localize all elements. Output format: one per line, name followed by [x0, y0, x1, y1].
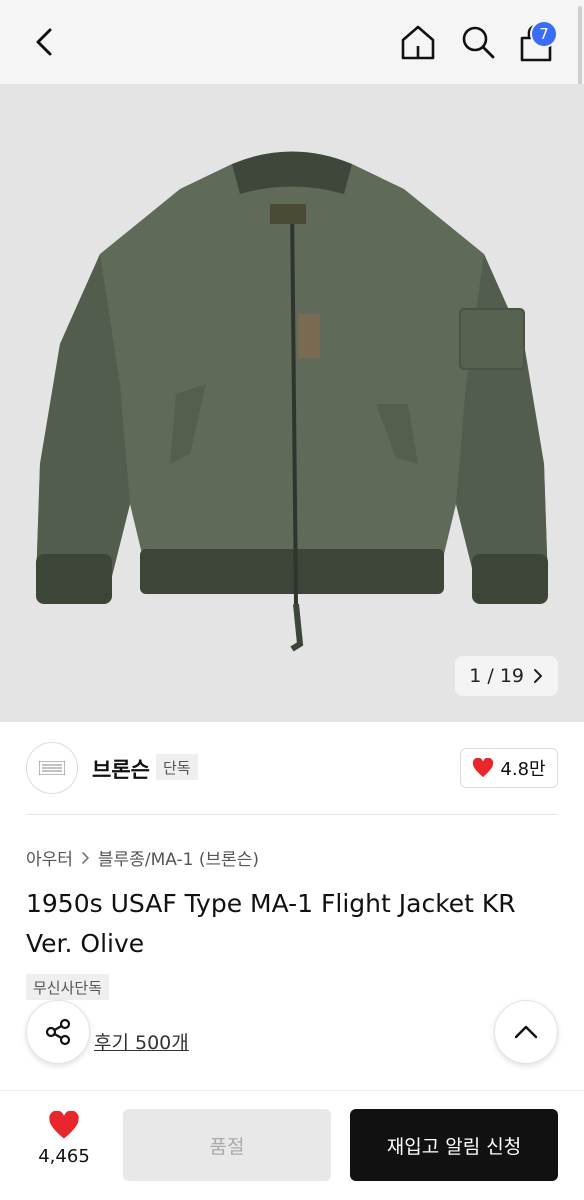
product-image-gallery[interactable]: 1 / 19 — [0, 84, 584, 722]
brand-like-count: 4.8만 — [500, 759, 546, 780]
reviews-link[interactable]: 후기 500개 — [94, 1028, 189, 1055]
bottom-action-bar: 4,465 품절 재입고 알림 신청 — [0, 1090, 584, 1200]
soldout-button: 품절 — [123, 1109, 331, 1181]
chevron-right-icon — [82, 851, 89, 864]
brand-name[interactable]: 브론슨 — [92, 754, 150, 784]
favorite-count: 4,465 — [38, 1146, 90, 1167]
brand-logo[interactable] — [26, 742, 78, 794]
breadcrumb: 아우터 블루종/MA-1 (브론슨) — [26, 845, 259, 870]
share-button[interactable] — [26, 1000, 90, 1064]
top-bar: 7 — [0, 0, 584, 86]
share-icon — [45, 1018, 71, 1046]
gallery-pager[interactable]: 1 / 19 — [455, 656, 558, 696]
brand-logo-mark — [39, 761, 65, 775]
brand-like-button[interactable]: 4.8만 — [460, 748, 558, 788]
favorite-button[interactable]: 4,465 — [26, 1111, 102, 1167]
cart-count-badge: 7 — [530, 20, 558, 48]
divider — [26, 814, 558, 815]
heart-icon — [473, 758, 494, 778]
heart-icon — [49, 1111, 79, 1139]
jacket-image — [36, 151, 548, 652]
chevron-right-icon — [534, 669, 542, 683]
restock-alert-button[interactable]: 재입고 알림 신청 — [350, 1109, 558, 1181]
gallery-pager-text: 1 / 19 — [469, 665, 524, 687]
home-icon[interactable] — [398, 22, 438, 62]
breadcrumb-item-category[interactable]: 아우터 — [26, 845, 73, 870]
back-icon[interactable] — [28, 24, 64, 60]
scrollbar[interactable] — [578, 6, 582, 86]
search-icon[interactable] — [458, 22, 498, 62]
breadcrumb-item-subcategory[interactable]: 블루종/MA-1 (브론슨) — [98, 845, 259, 870]
scroll-to-top-button[interactable] — [494, 1000, 558, 1064]
chevron-up-icon — [514, 1025, 538, 1039]
product-title: 1950s USAF Type MA-1 Flight Jacket KR Ve… — [26, 889, 516, 958]
brand-exclusive-tag: 단독 — [156, 754, 198, 780]
exclusive-tag: 무신사단독 — [26, 974, 110, 1000]
